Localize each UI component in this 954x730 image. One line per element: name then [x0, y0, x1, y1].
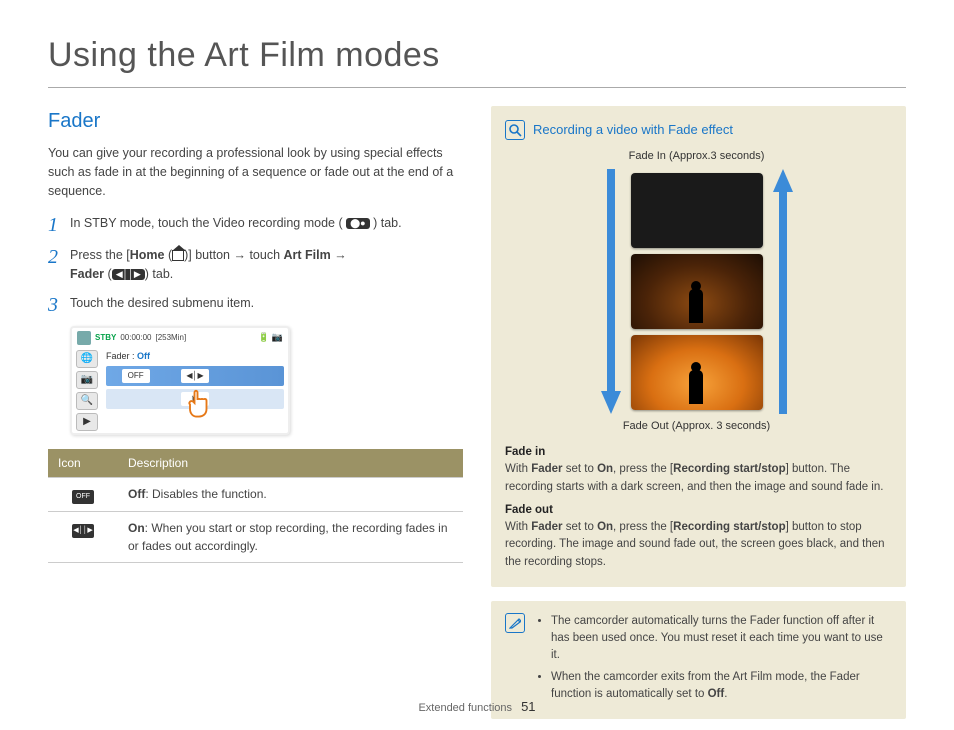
- fade-in-desc: With Fader set to On, press the [Recordi…: [505, 461, 888, 496]
- fade-out-heading: Fade out: [505, 502, 888, 519]
- th-icon: Icon: [48, 449, 118, 478]
- table-row: ◀││▶ On: When you start or stop recordin…: [48, 511, 463, 562]
- step2-c: )] button: [184, 248, 233, 262]
- camcorder-screenshot: STBY 00:00:00 [253Min] 🔋 📷 🌐 📷 🔍 ▶ Fader…: [70, 326, 290, 435]
- scr-play-button: ▶: [76, 413, 98, 431]
- arrow-icon: →: [331, 248, 347, 262]
- step3-text: Touch the desired submenu item.: [70, 294, 463, 313]
- fader-icon: ◀││▶: [112, 269, 145, 280]
- step2-d: touch: [246, 248, 284, 262]
- time-label: 00:00:00: [120, 332, 151, 344]
- step-number: 2: [48, 246, 70, 268]
- step-3: 3 Touch the desired submenu item.: [48, 294, 463, 316]
- scr-fader-value: Off: [137, 351, 150, 361]
- on-icon: ◀││▶: [72, 524, 94, 538]
- arrow-icon: →: [233, 248, 246, 262]
- step2-e: (: [104, 267, 112, 281]
- scr-opt-on: ◀│▶: [181, 369, 209, 383]
- scr-fader-label: Fader :: [106, 351, 135, 361]
- scr-opt-off: OFF: [122, 369, 150, 383]
- fade-out-desc: With Fader set to On, press the [Recordi…: [505, 519, 888, 571]
- video-mode-icon: ⬤●: [346, 218, 370, 229]
- step2-home: Home: [130, 248, 165, 262]
- remain-label: [253Min]: [155, 332, 186, 344]
- note-item-1: The camcorder automatically turns the Fa…: [551, 613, 890, 665]
- scr-back-button: 🌐: [76, 350, 98, 368]
- th-desc: Description: [118, 449, 463, 478]
- step1-text-b: ) tab.: [373, 216, 402, 230]
- fade-in-caption: Fade In (Approx.3 seconds): [505, 148, 888, 165]
- home-icon: [172, 250, 184, 261]
- r1-text: : Disables the function.: [145, 487, 266, 501]
- section-heading-fader: Fader: [48, 106, 463, 136]
- fade-in-heading: Fade in: [505, 444, 888, 461]
- scr-zoom-button: 🔍: [76, 392, 98, 410]
- step-number: 3: [48, 294, 70, 316]
- arrow-up-icon: [773, 169, 793, 414]
- frame-bright: [631, 335, 763, 410]
- frame-dark: [631, 173, 763, 248]
- table-row: OFF Off: Disables the function.: [48, 477, 463, 511]
- stby-label: STBY: [95, 332, 116, 344]
- footer-section: Extended functions: [418, 702, 512, 714]
- step1-text-a: In STBY mode, touch the Video recording …: [70, 216, 343, 230]
- fade-effect-panel: Recording a video with Fade effect Fade …: [491, 106, 906, 587]
- page-title: Using the Art Film modes: [48, 30, 906, 88]
- page-footer: Extended functions 51: [0, 697, 954, 717]
- step2-f: ) tab.: [145, 267, 174, 281]
- panel-title: Recording a video with Fade effect: [533, 120, 733, 140]
- magnifier-icon: [505, 120, 525, 140]
- r1-bold: Off: [128, 487, 145, 501]
- frame-mid: [631, 254, 763, 329]
- note-icon: [505, 613, 525, 633]
- step-2: 2 Press the [Home ( )] button → touch Art…: [48, 246, 463, 284]
- step2-fader: Fader: [70, 267, 104, 281]
- step2-artfilm: Art Film: [284, 248, 331, 262]
- scr-option-strip: OFF ◀│▶: [106, 366, 284, 386]
- step-number: 1: [48, 214, 70, 236]
- r2-text: : When you start or stop recording, the …: [128, 521, 448, 553]
- r2-bold: On: [128, 521, 145, 535]
- fade-out-caption: Fade Out (Approx. 3 seconds): [505, 418, 888, 435]
- footer-page-number: 51: [521, 699, 535, 714]
- desc-table: Icon Description OFF Off: Disables the f…: [48, 449, 463, 563]
- intro-text: You can give your recording a profession…: [48, 144, 463, 200]
- step-1: 1 In STBY mode, touch the Video recordin…: [48, 214, 463, 236]
- off-icon: OFF: [72, 490, 94, 504]
- scr-menu-button: 📷: [76, 371, 98, 389]
- arrow-down-icon: [601, 169, 621, 414]
- step2-b: (: [164, 248, 172, 262]
- step2-a: Press the [: [70, 248, 130, 262]
- touch-hand-icon: [184, 388, 214, 418]
- thumb-icon: [77, 331, 91, 345]
